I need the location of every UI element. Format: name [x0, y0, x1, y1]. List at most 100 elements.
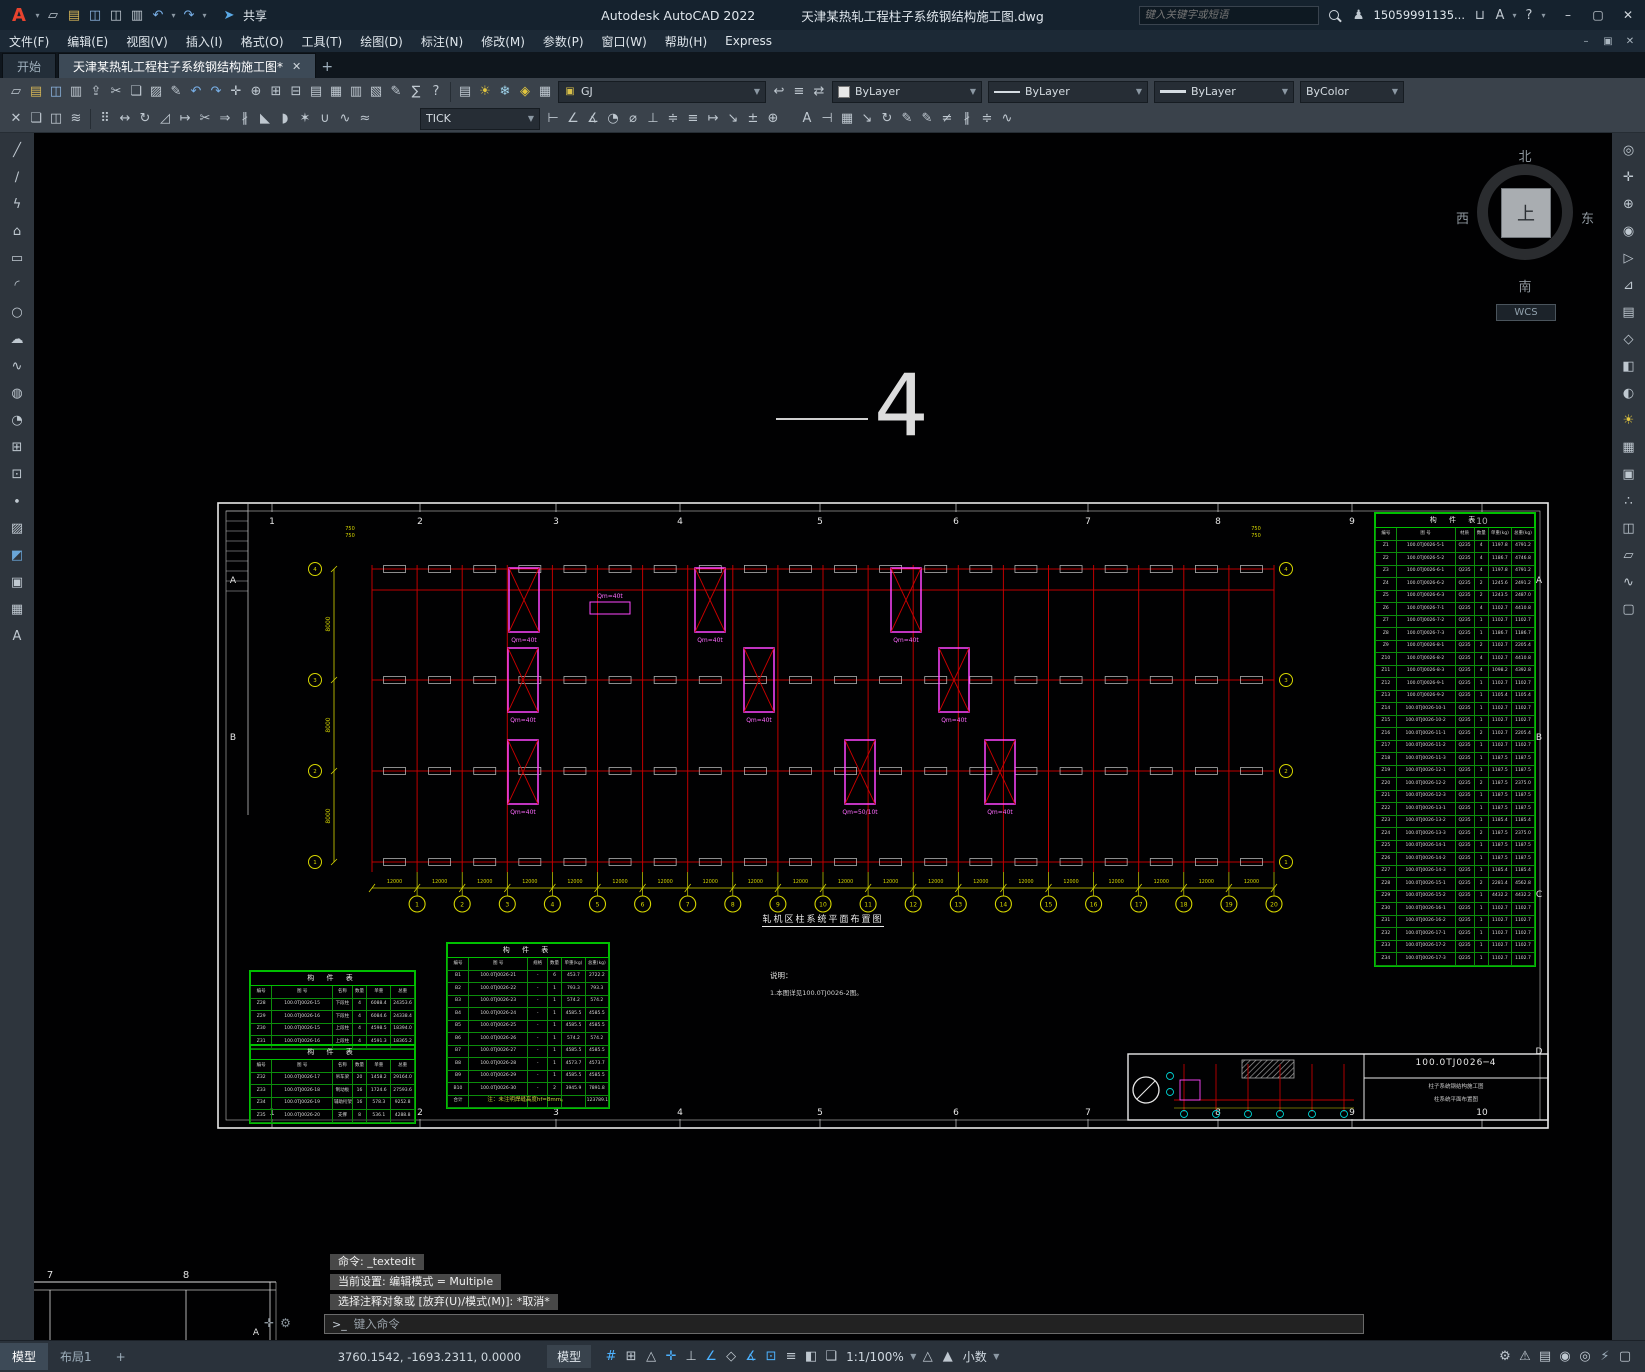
compass-west-label[interactable]: 西 [1456, 208, 1469, 227]
lights-icon[interactable]: ☀ [1619, 410, 1639, 430]
fillet-icon[interactable]: ◗ [275, 109, 295, 129]
share-button[interactable]: ➤ 共享 [219, 5, 267, 25]
table-style-icon[interactable]: ▦ [837, 109, 857, 129]
move-handle-icon[interactable]: ✛ [264, 1316, 274, 1330]
design-center-icon[interactable]: ▦ [326, 82, 346, 102]
save-icon[interactable]: ◫ [85, 5, 105, 25]
open-icon[interactable]: ▤ [26, 82, 46, 102]
stretch-icon[interactable]: ↦ [175, 109, 195, 129]
line-icon[interactable]: ╱ [7, 140, 27, 160]
caret-icon[interactable]: ▾ [169, 5, 178, 25]
override-icon[interactable]: ≠ [937, 109, 957, 129]
point-icon[interactable]: ∙ [7, 491, 27, 511]
search-input[interactable] [1138, 5, 1319, 25]
orbit-icon[interactable]: ◉ [1619, 221, 1639, 241]
autodesk-icon[interactable]: A [1490, 5, 1510, 25]
infer-constraints-icon[interactable]: △ [641, 1347, 661, 1367]
undo-icon[interactable]: ↶ [186, 82, 206, 102]
wcs-badge[interactable]: WCS [1496, 304, 1556, 321]
text-style-icon[interactable]: A [797, 109, 817, 129]
zoom-previous-icon[interactable]: ⊟ [286, 82, 306, 102]
ortho-icon[interactable]: ⊥ [681, 1347, 701, 1367]
dim-space-icon[interactable]: ≑ [977, 109, 997, 129]
arc-icon[interactable]: ◜ [7, 275, 27, 295]
copy-clip-icon[interactable]: ❏ [126, 82, 146, 102]
menu-d[interactable]: 绘图(D) [351, 31, 412, 52]
compass-top-face[interactable]: 上 [1501, 188, 1551, 238]
offset-icon[interactable]: ≋ [66, 109, 86, 129]
move-icon[interactable]: ↔ [115, 109, 135, 129]
steering-wheel-icon[interactable]: ◎ [1619, 140, 1639, 160]
erase-icon[interactable]: ✕ [6, 109, 26, 129]
dynamic-input-icon[interactable]: ✛ [661, 1347, 681, 1367]
insert-block-icon[interactable]: ⊞ [7, 437, 27, 457]
menu-w[interactable]: 窗口(W) [593, 31, 656, 52]
plot-icon[interactable]: ▥ [127, 5, 147, 25]
center-mark-icon[interactable]: ⊕ [763, 109, 783, 129]
revision-cloud-icon[interactable]: ☁ [7, 329, 27, 349]
zoom-window-icon[interactable]: ⊞ [266, 82, 286, 102]
layer-states-icon[interactable]: ≡ [789, 82, 809, 102]
linetype-dropdown[interactable]: ByLayer ▼ [988, 80, 1148, 103]
layer-color-icon[interactable]: ▦ [535, 82, 555, 102]
quick-calc-icon[interactable]: ∑ [406, 82, 426, 102]
tab-document[interactable]: 天津某热轧工程柱子系统钢结构施工图* ✕ [58, 53, 317, 78]
object-snap-tracking-icon[interactable]: ∡ [741, 1347, 761, 1367]
chevron-down-icon[interactable]: ▼ [992, 1347, 1001, 1367]
view-compass[interactable]: 北 南 西 东 上 [1454, 146, 1596, 296]
new-layout-button[interactable]: + [104, 1345, 138, 1369]
spline-edit-icon[interactable]: ≈ [355, 109, 375, 129]
cart-icon[interactable]: ⊔ [1470, 5, 1490, 25]
annotation-visibility-icon[interactable]: △ [918, 1347, 938, 1367]
menu-h[interactable]: 帮助(H) [656, 31, 716, 52]
layer-on-icon[interactable]: ☀ [475, 82, 495, 102]
drawing-canvas[interactable]: 1 1 2 2 3 3 4 4 5 5 6 6 7 7 8 8 9 9 10 10 A B A B C D Qm=40t Qm=40t… [34, 132, 1612, 1340]
close-icon[interactable]: ✕ [1613, 0, 1643, 30]
dim-text-edit-icon[interactable]: ✎ [917, 109, 937, 129]
dim-continue-icon[interactable]: ↦ [703, 109, 723, 129]
qdim-icon[interactable]: ≑ [663, 109, 683, 129]
auto-scale-icon[interactable]: ▲ [938, 1347, 958, 1367]
menu-t[interactable]: 工具(T) [293, 31, 352, 52]
user-icon[interactable]: ♟ [1349, 5, 1369, 25]
transparency-icon[interactable]: ◧ [801, 1347, 821, 1367]
close-tab-icon[interactable]: ✕ [292, 60, 301, 73]
dim-edit-icon[interactable]: ✎ [897, 109, 917, 129]
isometric-drafting-icon[interactable]: ◇ [721, 1347, 741, 1367]
menu-express[interactable]: Express [716, 32, 781, 50]
join-icon[interactable]: ∪ [315, 109, 335, 129]
restore-icon[interactable]: ▣ [1597, 31, 1619, 51]
show-motion-icon[interactable]: ▷ [1619, 248, 1639, 268]
flat-shot-icon[interactable]: ▱ [1619, 545, 1639, 565]
3d-views-icon[interactable]: ◇ [1619, 329, 1639, 349]
multiline-text-icon[interactable]: A [7, 626, 27, 646]
zoom-icon[interactable]: ⊕ [1619, 194, 1639, 214]
motion-path-icon[interactable]: ∿ [1619, 572, 1639, 592]
dim-diameter-icon[interactable]: ⌀ [623, 109, 643, 129]
materials-icon[interactable]: ▦ [1619, 437, 1639, 457]
ucs-icon[interactable]: ⊿ [1619, 275, 1639, 295]
trim-icon[interactable]: ✂ [195, 109, 215, 129]
pan-icon[interactable]: ✛ [226, 82, 246, 102]
dim-angular-icon[interactable]: ∡ [583, 109, 603, 129]
extend-icon[interactable]: ⇒ [215, 109, 235, 129]
pan-icon[interactable]: ✛ [1619, 167, 1639, 187]
render-icon[interactable]: ◐ [1619, 383, 1639, 403]
rectangle-icon[interactable]: ▭ [7, 248, 27, 268]
redo-icon[interactable]: ↷ [206, 82, 226, 102]
menu-i[interactable]: 插入(I) [177, 31, 232, 52]
dim-aligned-icon[interactable]: ∠ [563, 109, 583, 129]
ellipse-icon[interactable]: ◍ [7, 383, 27, 403]
menu-f[interactable]: 文件(F) [0, 31, 58, 52]
menu-o[interactable]: 格式(O) [232, 31, 293, 52]
polygon-icon[interactable]: ⌂ [7, 221, 27, 241]
array-icon[interactable]: ⠿ [95, 109, 115, 129]
menu-n[interactable]: 标注(N) [412, 31, 472, 52]
layer-dropdown[interactable]: ▣ GJ ▼ [558, 80, 766, 103]
help-icon[interactable]: ? [426, 82, 446, 102]
undo-icon[interactable]: ↶ [148, 5, 168, 25]
visual-styles-icon[interactable]: ◧ [1619, 356, 1639, 376]
units-selector[interactable]: 小数 [963, 1348, 987, 1365]
compass-south-label[interactable]: 南 [1454, 276, 1596, 295]
menu-m[interactable]: 修改(M) [472, 31, 534, 52]
